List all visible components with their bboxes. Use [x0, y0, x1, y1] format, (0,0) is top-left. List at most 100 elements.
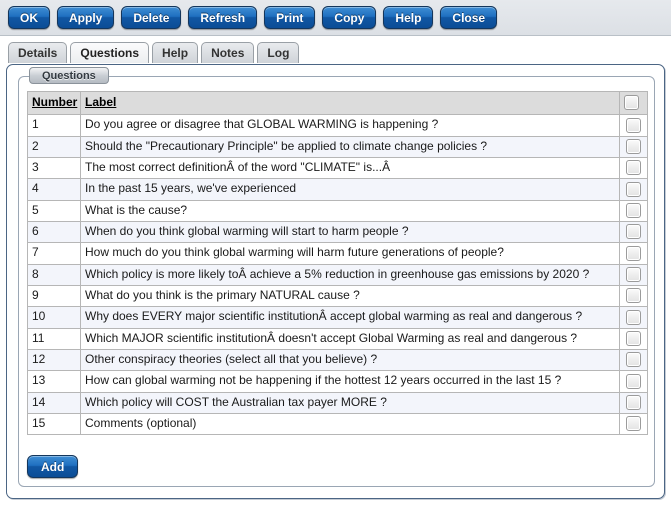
table-header: Number Label [27, 90, 648, 116]
column-header-label-label[interactable]: Label [85, 95, 116, 109]
table-row[interactable]: 15 Comments (optional) [27, 412, 648, 436]
refresh-button[interactable]: Refresh [188, 6, 258, 29]
row-checkbox[interactable] [626, 416, 641, 432]
cell-select [619, 284, 648, 308]
cell-label: What do you think is the primary NATURAL… [80, 284, 620, 308]
cell-select [619, 242, 648, 265]
row-checkbox[interactable] [626, 202, 641, 218]
cell-select [619, 220, 648, 244]
cell-number: 15 [27, 412, 81, 436]
table-row[interactable]: 7 How much do you think global warming wi… [27, 242, 648, 265]
cell-number: 4 [27, 178, 81, 201]
cell-number: 12 [27, 348, 81, 372]
table-row[interactable]: 2 Should the "Precautionary Principle" be… [27, 135, 648, 158]
delete-button[interactable]: Delete [121, 6, 182, 29]
row-checkbox[interactable] [626, 288, 641, 304]
row-checkbox[interactable] [626, 138, 641, 154]
cell-label: How much do you think global warming wil… [80, 242, 620, 265]
add-button[interactable]: Add [27, 455, 79, 478]
cell-number: 3 [27, 156, 81, 180]
cell-select [619, 412, 648, 436]
cell-number: 1 [27, 114, 81, 137]
row-checkbox[interactable] [626, 266, 641, 282]
cell-number: 11 [27, 327, 81, 350]
cell-select [619, 263, 648, 286]
questions-fieldset: Questions Number Label 1 Do you agree or… [18, 67, 655, 487]
close-button[interactable]: Close [440, 6, 498, 29]
row-checkbox[interactable] [626, 160, 641, 176]
row-checkbox[interactable] [626, 373, 641, 389]
row-checkbox[interactable] [626, 181, 641, 197]
cell-label: Which policy is more likely toÂ achieve … [80, 263, 620, 286]
cell-label: Comments (optional) [80, 412, 620, 436]
cell-select [619, 327, 648, 350]
copy-button[interactable]: Copy [322, 6, 377, 29]
table-row[interactable]: 14 Which policy will COST the Australian … [27, 391, 648, 414]
column-header-number[interactable]: Number [27, 90, 81, 116]
content-panel: Questions Number Label 1 Do you agree or… [6, 64, 665, 499]
table-row[interactable]: 6 When do you think global warming will s… [27, 220, 648, 244]
apply-button[interactable]: Apply [57, 6, 115, 29]
tab-details[interactable]: Details [8, 42, 68, 63]
cell-label: The most correct definitionÂ of the word… [80, 156, 620, 180]
table-header-row: Number Label [27, 90, 648, 116]
row-checkbox[interactable] [626, 224, 641, 240]
cell-select [619, 391, 648, 414]
cell-label: Do you agree or disagree that GLOBAL WAR… [80, 114, 620, 137]
cell-label: In the past 15 years, we've experienced [80, 178, 620, 201]
ok-button[interactable]: OK [8, 6, 50, 29]
tab-bar: Details Questions Help Notes Log [0, 36, 671, 63]
table-row[interactable]: 4 In the past 15 years, we've experienced [27, 178, 648, 201]
cell-select [619, 178, 648, 201]
cell-select [619, 114, 648, 137]
cell-number: 2 [27, 135, 81, 158]
row-checkbox[interactable] [626, 245, 641, 261]
cell-label: Which MAJOR scientific institutionÂ does… [80, 327, 620, 350]
row-checkbox[interactable] [626, 352, 641, 368]
cell-number: 7 [27, 242, 81, 265]
table-row[interactable]: 8 Which policy is more likely toÂ achieve… [27, 263, 648, 286]
cell-label: Other conspiracy theories (select all th… [80, 348, 620, 372]
tab-questions[interactable]: Questions [70, 42, 150, 63]
table-row[interactable]: 5 What is the cause? [27, 199, 648, 222]
cell-select [619, 348, 648, 372]
row-checkbox[interactable] [626, 330, 641, 346]
cell-number: 9 [27, 284, 81, 308]
cell-select [619, 135, 648, 158]
cell-select [619, 199, 648, 222]
help-button[interactable]: Help [383, 6, 434, 29]
cell-label: Why does EVERY major scientific institut… [80, 306, 620, 329]
cell-number: 5 [27, 199, 81, 222]
column-header-select [619, 90, 648, 116]
cell-label: When do you think global warming will st… [80, 220, 620, 244]
tab-notes[interactable]: Notes [201, 42, 255, 63]
row-checkbox[interactable] [626, 394, 641, 410]
tab-help[interactable]: Help [152, 42, 199, 63]
questions-table: Number Label 1 Do you agree or disagree t… [27, 90, 648, 436]
fieldset-legend: Questions [29, 67, 109, 84]
cell-label: Which policy will COST the Australian ta… [80, 391, 620, 414]
cell-label: What is the cause? [80, 199, 620, 222]
row-checkbox[interactable] [626, 309, 641, 325]
cell-label: How can global warming not be happening … [80, 370, 620, 393]
column-header-label[interactable]: Label [80, 90, 620, 116]
table-row[interactable]: 11 Which MAJOR scientific institutionÂ do… [27, 327, 648, 350]
table-row[interactable]: 3 The most correct definitionÂ of the wor… [27, 156, 648, 180]
cell-select [619, 306, 648, 329]
questions-table-container: Number Label 1 Do you agree or disagree t… [27, 90, 648, 436]
table-row[interactable]: 10 Why does EVERY major scientific instit… [27, 306, 648, 329]
table-row[interactable]: 13 How can global warming not be happenin… [27, 370, 648, 393]
table-row[interactable]: 12 Other conspiracy theories (select all … [27, 348, 648, 372]
cell-number: 13 [27, 370, 81, 393]
add-button-container: Add [27, 455, 79, 478]
table-row[interactable]: 1 Do you agree or disagree that GLOBAL WA… [27, 114, 648, 137]
column-header-number-label[interactable]: Number [32, 95, 77, 109]
cell-select [619, 370, 648, 393]
select-all-checkbox[interactable] [624, 95, 639, 111]
tab-log[interactable]: Log [257, 42, 300, 63]
table-row[interactable]: 9 What do you think is the primary NATURA… [27, 284, 648, 308]
cell-number: 10 [27, 306, 81, 329]
row-checkbox[interactable] [626, 117, 641, 133]
cell-label: Should the "Precautionary Principle" be … [80, 135, 620, 158]
print-button[interactable]: Print [264, 6, 316, 29]
